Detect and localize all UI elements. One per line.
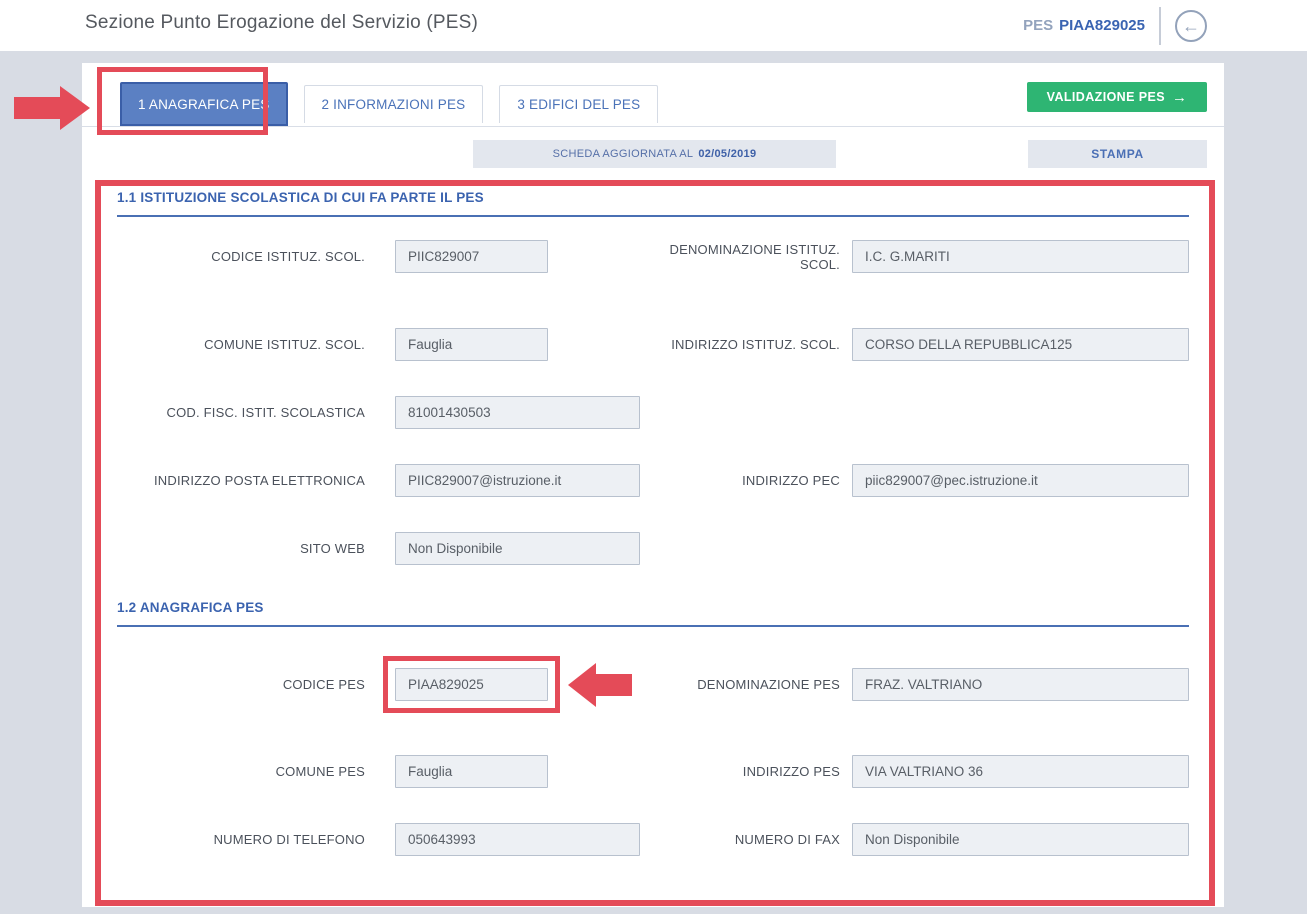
- codice-istituz-scol-field[interactable]: [395, 240, 548, 273]
- form-row: NUMERO DI TELEFONO NUMERO DI FAX: [117, 823, 1189, 856]
- field-label-denominazione-istituz-scol: DENOMINAZIONE ISTITUZ. SCOL.: [640, 242, 840, 272]
- form-row: COMUNE PES INDIRIZZO PES: [117, 755, 1189, 788]
- annotation-arrow-tabs-icon: [14, 86, 90, 130]
- pes-card: 1 ANAGRAFICA PES 2 INFORMAZIONI PES 3 ED…: [82, 63, 1224, 907]
- denominazione-istituz-scol-field[interactable]: [852, 240, 1189, 273]
- header-right-cluster: PES PIAA829025 ←: [1023, 0, 1207, 51]
- scheda-aggiornata-prefix: SCHEDA AGGIORNATA AL: [553, 148, 694, 160]
- form-row: CODICE ISTITUZ. SCOL. DENOMINAZIONE ISTI…: [117, 240, 1189, 273]
- sito-web-field[interactable]: [395, 532, 640, 565]
- indirizzo-istituz-scol-field[interactable]: [852, 328, 1189, 361]
- stampa-button[interactable]: STAMPA: [1028, 140, 1207, 168]
- posta-elettronica-field[interactable]: [395, 464, 640, 497]
- tabs-divider-line: [82, 126, 1224, 127]
- field-label-sito-web: SITO WEB: [117, 541, 365, 556]
- field-label-cod-fisc: COD. FISC. ISTIT. SCOLASTICA: [117, 405, 365, 420]
- back-arrow-icon[interactable]: ←: [1175, 10, 1207, 42]
- field-label-numero-fax: NUMERO DI FAX: [640, 832, 840, 847]
- section-title-anagrafica-pes: 1.2 ANAGRAFICA PES: [117, 600, 1189, 627]
- field-label-codice-pes: CODICE PES: [117, 677, 365, 692]
- field-label-comune-istituz-scol: COMUNE ISTITUZ. SCOL.: [117, 337, 365, 352]
- comune-istituz-scol-field[interactable]: [395, 328, 548, 361]
- field-label-posta-elettronica: INDIRIZZO POSTA ELETTRONICA: [117, 473, 365, 488]
- tab-edifici-del-pes[interactable]: 3 EDIFICI DEL PES: [499, 85, 658, 123]
- section-title-istituzione-scolastica: 1.1 ISTITUZIONE SCOLASTICA DI CUI FA PAR…: [117, 190, 1189, 217]
- numero-telefono-field[interactable]: [395, 823, 640, 856]
- tab-informazioni-pes[interactable]: 2 INFORMAZIONI PES: [304, 85, 484, 123]
- form-row: CODICE PES DENOMINAZIONE PES: [117, 668, 1189, 701]
- validazione-pes-label: VALIDAZIONE PES: [1047, 90, 1165, 104]
- codice-pes-field[interactable]: [395, 668, 548, 701]
- tab-anagrafica-pes[interactable]: 1 ANAGRAFICA PES: [120, 82, 288, 126]
- arrow-right-icon: →: [1172, 89, 1187, 106]
- numero-fax-field[interactable]: [852, 823, 1189, 856]
- pes-label: PES: [1023, 17, 1053, 34]
- page-title: Sezione Punto Erogazione del Servizio (P…: [85, 12, 478, 34]
- pes-code: PIAA829025: [1059, 17, 1145, 34]
- cod-fisc-field[interactable]: [395, 396, 640, 429]
- form-row: SITO WEB: [117, 532, 1189, 565]
- tab-bar: 1 ANAGRAFICA PES 2 INFORMAZIONI PES 3 ED…: [120, 82, 658, 126]
- field-label-numero-telefono: NUMERO DI TELEFONO: [117, 832, 365, 847]
- field-label-denominazione-pes: DENOMINAZIONE PES: [640, 677, 840, 692]
- header-divider: [1159, 7, 1161, 45]
- field-label-indirizzo-pec: INDIRIZZO PEC: [640, 473, 840, 488]
- form-content: 1.1 ISTITUZIONE SCOLASTICA DI CUI FA PAR…: [117, 180, 1189, 890]
- comune-pes-field[interactable]: [395, 755, 548, 788]
- indirizzo-pec-field[interactable]: [852, 464, 1189, 497]
- app-header: Sezione Punto Erogazione del Servizio (P…: [0, 0, 1307, 51]
- denominazione-pes-field[interactable]: [852, 668, 1189, 701]
- form-row: COMUNE ISTITUZ. SCOL. INDIRIZZO ISTITUZ.…: [117, 328, 1189, 361]
- field-label-indirizzo-pes: INDIRIZZO PES: [640, 764, 840, 779]
- scheda-aggiornata-date: 02/05/2019: [698, 148, 756, 160]
- indirizzo-pes-field[interactable]: [852, 755, 1189, 788]
- field-label-indirizzo-istituz-scol: INDIRIZZO ISTITUZ. SCOL.: [640, 337, 840, 352]
- field-label-codice-istituz-scol: CODICE ISTITUZ. SCOL.: [117, 249, 365, 264]
- form-row: INDIRIZZO POSTA ELETTRONICA INDIRIZZO PE…: [117, 464, 1189, 497]
- validazione-pes-button[interactable]: VALIDAZIONE PES →: [1027, 82, 1207, 112]
- scheda-aggiornata-banner: SCHEDA AGGIORNATA AL 02/05/2019: [473, 140, 836, 168]
- field-label-comune-pes: COMUNE PES: [117, 764, 365, 779]
- form-row: COD. FISC. ISTIT. SCOLASTICA: [117, 396, 1189, 429]
